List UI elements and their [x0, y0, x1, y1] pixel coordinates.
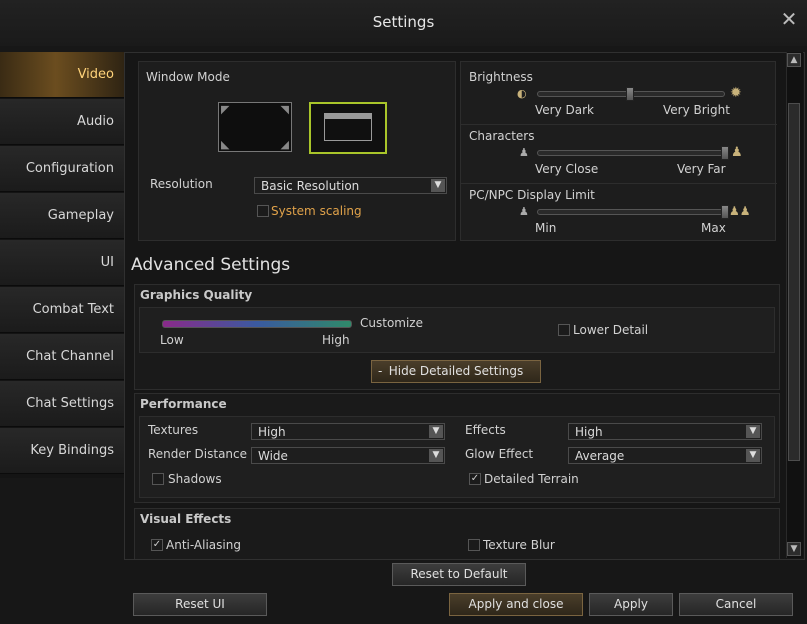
person-far-icon: ♟: [731, 145, 743, 160]
person-near-icon: ♟: [519, 146, 529, 159]
chevron-down-icon: ▼: [429, 425, 443, 438]
sidebar-item-key-bindings[interactable]: Key Bindings: [0, 428, 124, 474]
collapse-icon: -: [378, 364, 383, 378]
sidebar-item-combat-text[interactable]: Combat Text: [0, 287, 124, 333]
glow-effect-select[interactable]: Average ▼: [568, 447, 762, 464]
brightness-max-label: Very Bright: [663, 103, 730, 117]
lower-detail-label: Lower Detail: [573, 323, 649, 337]
performance-title: Performance: [140, 397, 227, 411]
settings-content: Window Mode ◤ ◥ ◣ ◢ Resolution Basic Res…: [124, 52, 805, 560]
close-icon[interactable]: ✕: [778, 8, 800, 30]
graphics-quality-preset: Customize: [360, 316, 423, 330]
reset-ui-button[interactable]: Reset UI: [133, 593, 267, 616]
brightness-min-label: Very Dark: [535, 103, 594, 117]
visual-effects-title: Visual Effects: [140, 512, 232, 526]
graphics-quality-high-label: High: [322, 333, 350, 347]
brightness-slider-thumb[interactable]: [626, 87, 634, 101]
window-mode-fullscreen-option[interactable]: ◤ ◥ ◣ ◢: [218, 102, 292, 152]
visual-effects-section: Visual Effects ✓ Anti-Aliasing Texture B…: [134, 508, 780, 559]
pcnpc-limit-slider[interactable]: [537, 209, 725, 215]
characters-max-label: Very Far: [677, 162, 726, 176]
people-group-icon: ♟♟: [729, 204, 751, 218]
apply-button[interactable]: Apply: [589, 593, 673, 616]
graphics-quality-section: Graphics Quality Customize Low High Lowe…: [134, 284, 780, 390]
detailed-terrain-checkbox[interactable]: ✓: [469, 473, 481, 485]
detailed-terrain-label: Detailed Terrain: [484, 472, 579, 486]
divider: [461, 124, 777, 125]
sidebar-item-chat-channel[interactable]: Chat Channel: [0, 334, 124, 380]
textures-select[interactable]: High ▼: [251, 423, 445, 440]
render-distance-label: Render Distance: [148, 447, 248, 461]
shadows-checkbox[interactable]: [152, 473, 164, 485]
chevron-down-icon: ▼: [429, 449, 443, 462]
characters-slider[interactable]: [537, 150, 725, 156]
resolution-label: Resolution: [150, 177, 213, 191]
graphics-quality-row: Customize Low High Lower Detail: [139, 307, 775, 353]
lower-detail-checkbox[interactable]: [558, 324, 570, 336]
sidebar-item-audio[interactable]: Audio: [0, 99, 124, 145]
texture-blur-checkbox[interactable]: [468, 539, 480, 551]
window-title: Settings: [372, 13, 435, 31]
sidebar-item-gameplay[interactable]: Gameplay: [0, 193, 124, 239]
chevron-down-icon: ▼: [746, 425, 760, 438]
sidebar-item-ui[interactable]: UI: [0, 240, 124, 286]
anti-aliasing-checkbox[interactable]: ✓: [151, 539, 163, 551]
effects-select[interactable]: High ▼: [568, 423, 762, 440]
pcnpc-limit-label: PC/NPC Display Limit: [469, 188, 595, 202]
textures-label: Textures: [148, 423, 199, 437]
system-scaling-checkbox[interactable]: [257, 205, 269, 217]
divider: [461, 183, 777, 184]
characters-slider-thumb[interactable]: [721, 146, 729, 160]
reset-to-default-button[interactable]: Reset to Default: [392, 563, 526, 586]
window-mode-label: Window Mode: [146, 70, 230, 84]
brightness-label: Brightness: [469, 70, 533, 84]
graphics-quality-title: Graphics Quality: [140, 288, 253, 302]
window-mode-windowed-option[interactable]: [309, 102, 387, 154]
advanced-settings-title: Advanced Settings: [131, 255, 291, 275]
sidebar-item-configuration[interactable]: Configuration: [0, 146, 124, 192]
anti-aliasing-label: Anti-Aliasing: [166, 538, 241, 552]
graphics-quality-slider[interactable]: [162, 320, 352, 328]
chevron-down-icon: ▼: [431, 179, 445, 192]
sliders-panel: Brightness ◐ ✹ Very Dark Very Bright Cha…: [460, 61, 777, 241]
scrollbar-thumb[interactable]: [788, 103, 800, 461]
system-scaling-label: System scaling: [271, 204, 362, 218]
hide-detailed-settings-button[interactable]: - Hide Detailed Settings: [371, 360, 541, 383]
chevron-down-icon: ▼: [746, 449, 760, 462]
graphics-quality-low-label: Low: [160, 333, 184, 347]
scroll-up-icon[interactable]: ▲: [787, 53, 801, 67]
scroll-down-icon[interactable]: ▼: [787, 542, 801, 556]
display-panel: Window Mode ◤ ◥ ◣ ◢ Resolution Basic Res…: [138, 61, 456, 241]
sidebar: Video Audio Configuration Gameplay UI Co…: [0, 52, 125, 478]
pcnpc-max-label: Max: [701, 221, 726, 235]
pcnpc-min-label: Min: [535, 221, 557, 235]
characters-label: Characters: [469, 129, 535, 143]
sidebar-item-chat-settings[interactable]: Chat Settings: [0, 381, 124, 427]
person-single-icon: ♟: [519, 205, 529, 218]
pcnpc-limit-slider-thumb[interactable]: [721, 205, 729, 219]
resolution-select[interactable]: Basic Resolution ▼: [254, 177, 447, 194]
glow-effect-label: Glow Effect: [465, 447, 534, 461]
performance-row: Textures High ▼ Render Distance Wide ▼ Sha…: [139, 416, 775, 498]
apply-and-close-button[interactable]: Apply and close: [449, 593, 583, 616]
render-distance-select[interactable]: Wide ▼: [251, 447, 445, 464]
characters-min-label: Very Close: [535, 162, 599, 176]
sun-icon: ✹: [730, 85, 742, 101]
texture-blur-label: Texture Blur: [483, 538, 555, 552]
effects-label: Effects: [465, 423, 506, 437]
cancel-button[interactable]: Cancel: [679, 593, 793, 616]
brightness-low-icon: ◐: [517, 87, 527, 100]
performance-section: Performance Textures High ▼ Render Distan…: [134, 393, 780, 503]
sidebar-item-video[interactable]: Video: [0, 52, 124, 98]
shadows-label: Shadows: [168, 472, 222, 486]
